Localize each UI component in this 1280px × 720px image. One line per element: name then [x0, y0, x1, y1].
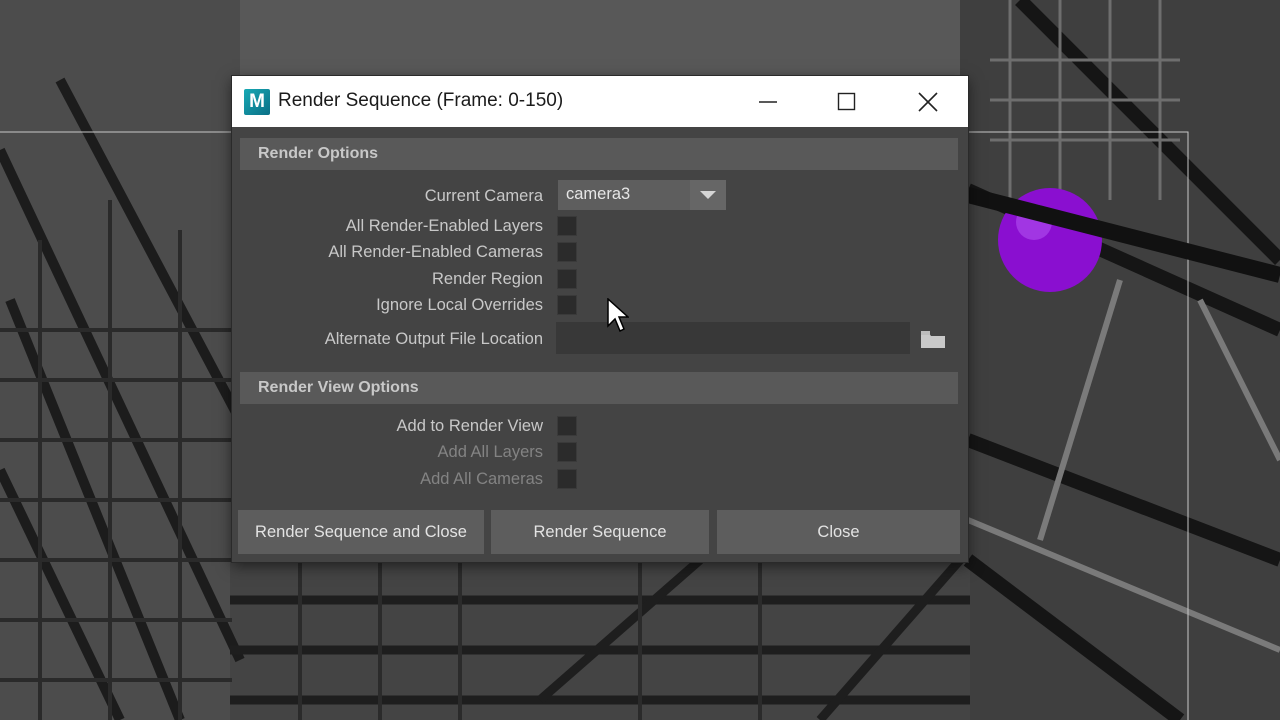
add-all-cameras-label: Add All Cameras [420, 470, 543, 488]
all-layers-label: All Render-Enabled Layers [345, 217, 543, 235]
render-region-label: Render Region [432, 270, 543, 288]
window-close-button[interactable] [898, 76, 958, 127]
render-region-checkbox[interactable] [557, 269, 577, 289]
maya-logo-icon: M [244, 89, 270, 115]
render-options-header[interactable]: Render Options [240, 138, 958, 170]
add-to-view-checkbox[interactable] [557, 416, 577, 436]
window-title: Render Sequence (Frame: 0-150) [278, 90, 564, 111]
render-sequence-button[interactable]: Render Sequence [491, 510, 709, 554]
maximize-button[interactable] [817, 76, 877, 127]
render-sequence-and-close-button[interactable]: Render Sequence and Close [238, 510, 484, 554]
browse-folder-button[interactable] [918, 326, 948, 352]
add-all-layers-checkbox[interactable] [557, 442, 577, 462]
close-icon [918, 91, 938, 112]
render-sequence-dialog: M Render Sequence (Frame: 0-150) Render … [232, 76, 968, 562]
minimize-button[interactable] [738, 76, 798, 127]
current-camera-value: camera3 [566, 185, 631, 203]
add-all-layers-label: Add All Layers [437, 443, 543, 461]
output-location-label: Alternate Output File Location [324, 330, 543, 348]
folder-icon [921, 331, 945, 348]
current-camera-label: Current Camera [424, 187, 543, 205]
all-cameras-checkbox[interactable] [557, 242, 577, 262]
chevron-down-icon [690, 180, 726, 210]
current-camera-dropdown[interactable]: camera3 [558, 180, 726, 210]
maximize-icon [837, 92, 856, 110]
render-view-options-header[interactable]: Render View Options [240, 372, 958, 404]
minimize-icon [759, 100, 777, 103]
add-all-cameras-checkbox[interactable] [557, 469, 577, 489]
mouse-pointer-icon [607, 297, 630, 338]
all-layers-checkbox[interactable] [557, 216, 577, 236]
all-cameras-label: All Render-Enabled Cameras [328, 243, 543, 261]
add-to-view-label: Add to Render View [396, 417, 543, 435]
ignore-overrides-label: Ignore Local Overrides [376, 296, 543, 314]
ignore-overrides-checkbox[interactable] [557, 295, 577, 315]
title-bar[interactable]: M Render Sequence (Frame: 0-150) [232, 76, 968, 127]
close-button[interactable]: Close [717, 510, 960, 554]
